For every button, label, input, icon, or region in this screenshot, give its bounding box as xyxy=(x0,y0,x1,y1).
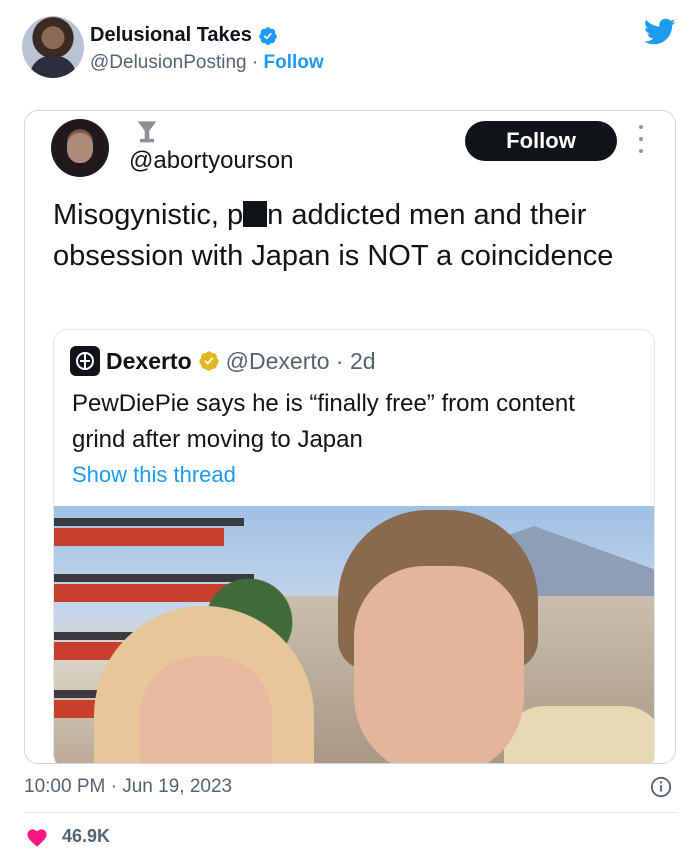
embedded-handle: @abortyourson xyxy=(129,147,294,174)
embedded-tweet-screenshot[interactable]: @abortyourson Follow Misogynistic, pn ad… xyxy=(24,110,676,764)
gold-verified-icon xyxy=(199,351,219,371)
tweet-header: Delusional Takes @DelusionPosting · Foll… xyxy=(22,16,678,80)
quoted-photo xyxy=(54,506,654,763)
quoted-name: Dexerto xyxy=(106,347,192,374)
like-count: 46.9K xyxy=(62,826,111,846)
quoted-tweet: Dexerto @Dexerto · 2d PewDiePie says he … xyxy=(53,329,655,763)
embedded-follow-button: Follow xyxy=(465,121,617,161)
goblet-icon xyxy=(137,121,157,143)
author-handle: @DelusionPosting xyxy=(90,52,247,73)
twitter-bird-icon[interactable] xyxy=(644,18,676,46)
author-name[interactable]: Delusional Takes xyxy=(90,24,252,47)
quoted-header: Dexerto @Dexerto · 2d xyxy=(70,346,376,376)
quoted-handle: @Dexerto · 2d xyxy=(225,347,376,374)
more-options-icon xyxy=(635,125,647,153)
handle-separator: · xyxy=(246,52,264,73)
info-icon[interactable] xyxy=(650,776,672,798)
author-avatar[interactable] xyxy=(22,16,84,78)
embedded-author-avatar xyxy=(51,119,109,177)
like-action[interactable]: 46.9K xyxy=(26,826,110,847)
show-thread-link: Show this thread xyxy=(72,462,236,487)
divider xyxy=(24,812,676,813)
censor-bar xyxy=(243,201,268,227)
embedded-text-part1: Misogynistic, p xyxy=(53,199,244,231)
quoted-text: PewDiePie says he is “finally free” from… xyxy=(72,390,575,453)
tweet-timestamp[interactable]: 10:00 PM · Jun 19, 2023 xyxy=(24,776,232,798)
follow-link[interactable]: Follow xyxy=(263,52,323,73)
verified-badge-icon xyxy=(259,26,277,45)
author-name-row: Delusional Takes xyxy=(90,24,278,47)
author-handle-row: @DelusionPosting · Follow xyxy=(90,52,324,74)
dexerto-logo-icon xyxy=(70,346,100,376)
embedded-tweet-text: Misogynistic, pn addicted men and their … xyxy=(53,195,653,277)
heart-icon[interactable] xyxy=(26,827,48,847)
